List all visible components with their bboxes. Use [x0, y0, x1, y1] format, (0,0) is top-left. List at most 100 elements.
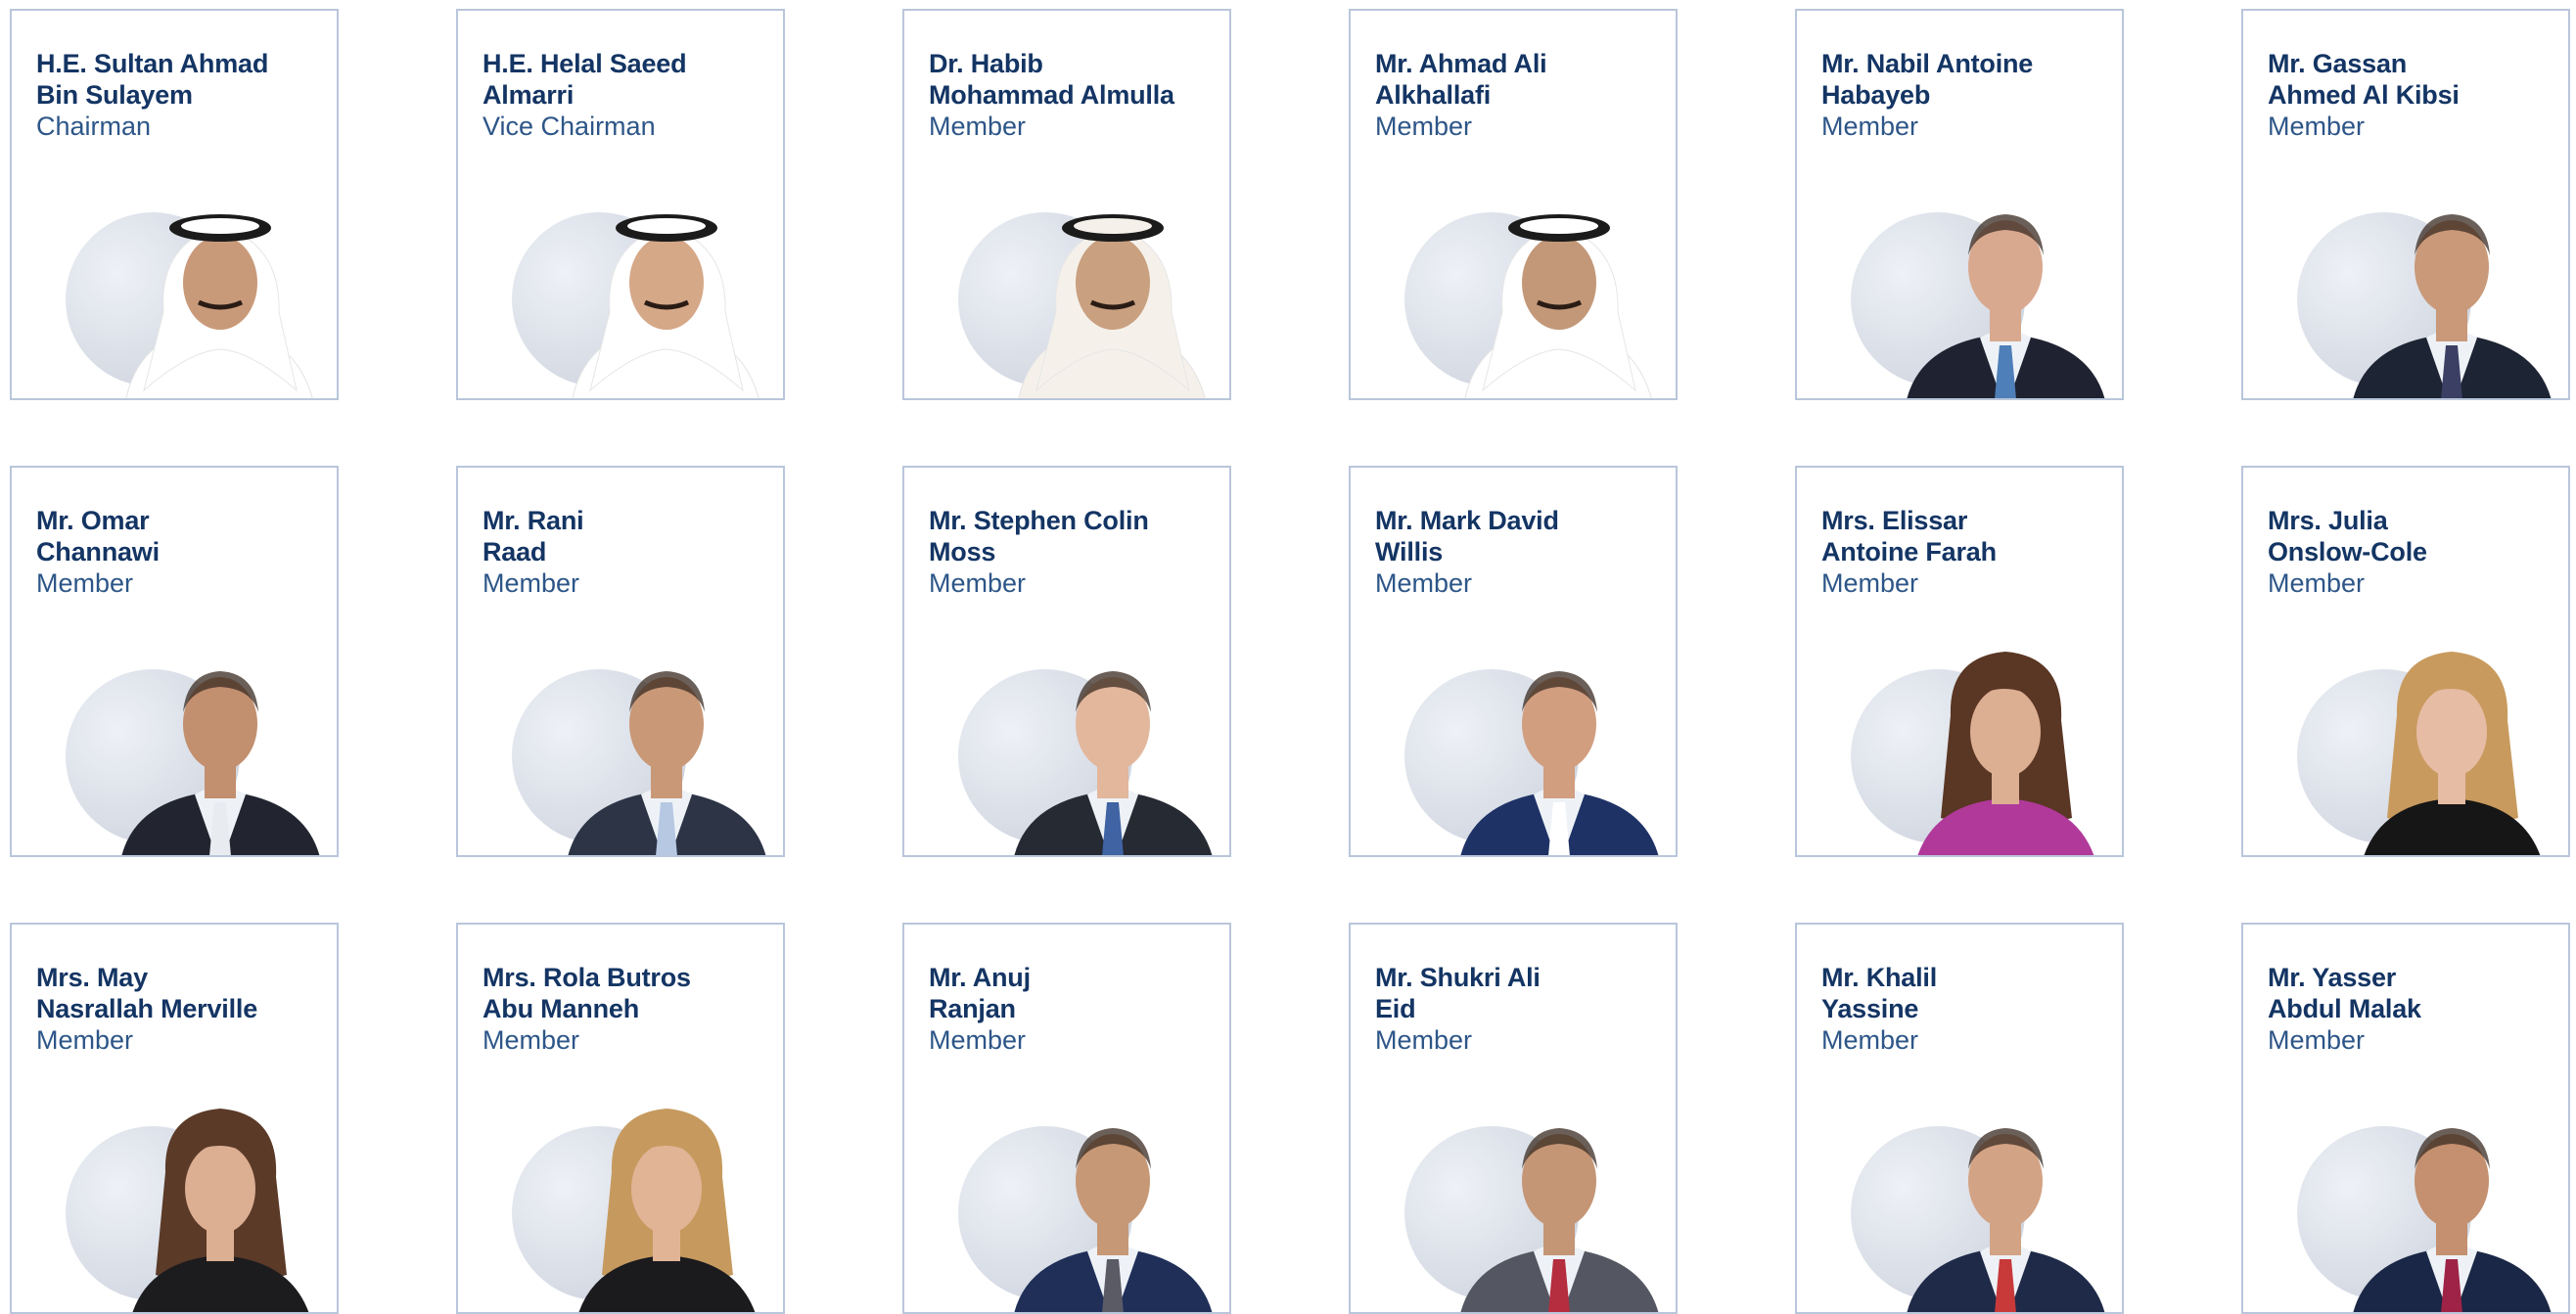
member-name-line-2: Onslow-Cole: [2268, 537, 2427, 566]
member-name-line-2: Mohammad Almulla: [929, 80, 1174, 110]
member-name-line-2: Antoine Farah: [1821, 537, 1997, 566]
member-name-line-1: Mr. Mark David: [1375, 506, 1559, 535]
member-name-line-2: Ahmed Al Kibsi: [2268, 80, 2460, 110]
member-role: Member: [929, 112, 1027, 141]
member-name-line-1: Mr. Khalil: [1821, 963, 1938, 992]
member-card[interactable]: Mr. Ahmad Ali Alkhallafi Member: [1349, 9, 1678, 400]
member-card[interactable]: Mr. Yasser Abdul Malak Member: [2241, 923, 2570, 1314]
member-role: Member: [1375, 568, 1473, 598]
member-info: Mr. Anuj Ranjan Member: [929, 962, 1212, 1056]
member-card[interactable]: Mr. Mark David Willis Member: [1349, 466, 1678, 857]
member-card[interactable]: Mr. Nabil Antoine Habayeb Member: [1795, 9, 2124, 400]
member-portrait: [105, 622, 330, 855]
member-info: Dr. Habib Mohammad Almulla Member: [929, 48, 1212, 142]
member-portrait: [2336, 622, 2561, 855]
member-portrait: [1444, 622, 1669, 855]
member-card[interactable]: Mrs. Elissar Antoine Farah Member: [1795, 466, 2124, 857]
member-card[interactable]: Mr. Gassan Ahmed Al Kibsi Member: [2241, 9, 2570, 400]
member-role: Member: [2268, 568, 2366, 598]
member-name-line-1: Mr. Gassan: [2268, 49, 2408, 78]
member-card[interactable]: Mr. Stephen Colin Moss Member: [902, 466, 1231, 857]
member-name-line-1: Mr. Shukri Ali: [1375, 963, 1541, 992]
member-name-line-2: Nasrallah Merville: [36, 994, 258, 1023]
member-name-line-1: Dr. Habib: [929, 49, 1043, 78]
member-name-line-2: Eid: [1375, 994, 1416, 1023]
member-name-line-1: Mr. Anuj: [929, 963, 1031, 992]
member-portrait: [2336, 1079, 2561, 1312]
member-portrait: [997, 1079, 1222, 1312]
member-card[interactable]: Mrs. Rola Butros Abu Manneh Member: [456, 923, 785, 1314]
member-portrait: [2336, 165, 2561, 398]
member-name-line-1: Mr. Omar: [36, 506, 150, 535]
member-card[interactable]: Mrs. May Nasrallah Merville Member: [10, 923, 339, 1314]
member-name-line-1: H.E. Sultan Ahmad: [36, 49, 269, 78]
member-card[interactable]: H.E. Helal Saeed Almarri Vice Chairman: [456, 9, 785, 400]
member-role: Member: [1375, 112, 1473, 141]
member-portrait: [1444, 1079, 1669, 1312]
member-card[interactable]: Dr. Habib Mohammad Almulla Member: [902, 9, 1231, 400]
member-info: Mrs. Rola Butros Abu Manneh Member: [483, 962, 765, 1056]
member-name-line-2: Abdul Malak: [2268, 994, 2421, 1023]
member-portrait: [551, 1079, 776, 1312]
member-name-line-2: Almarri: [483, 80, 575, 110]
member-portrait: [551, 622, 776, 855]
member-portrait: [105, 165, 330, 398]
member-name-line-1: H.E. Helal Saeed: [483, 49, 687, 78]
member-name-line-1: Mrs. Julia: [2268, 506, 2388, 535]
member-portrait: [997, 622, 1222, 855]
member-info: Mr. Omar Channawi Member: [36, 505, 319, 599]
board-members-grid: H.E. Sultan Ahmad Bin Sulayem Chairman H…: [10, 9, 2570, 1314]
member-role: Member: [2268, 112, 2366, 141]
member-card[interactable]: Mr. Khalil Yassine Member: [1795, 923, 2124, 1314]
member-name-line-1: Mr. Nabil Antoine: [1821, 49, 2034, 78]
member-role: Member: [929, 1025, 1027, 1055]
member-role: Member: [36, 1025, 134, 1055]
member-info: Mr. Rani Raad Member: [483, 505, 765, 599]
member-card[interactable]: Mrs. Julia Onslow-Cole Member: [2241, 466, 2570, 857]
member-card[interactable]: Mr. Omar Channawi Member: [10, 466, 339, 857]
member-role: Member: [1821, 1025, 1919, 1055]
member-portrait: [1890, 1079, 2115, 1312]
member-role: Member: [929, 568, 1027, 598]
member-info: Mrs. Julia Onslow-Cole Member: [2268, 505, 2551, 599]
member-info: Mr. Nabil Antoine Habayeb Member: [1821, 48, 2104, 142]
member-portrait: [551, 165, 776, 398]
member-card[interactable]: Mr. Anuj Ranjan Member: [902, 923, 1231, 1314]
member-role: Member: [483, 568, 580, 598]
member-name-line-2: Yassine: [1821, 994, 1919, 1023]
member-name-line-2: Willis: [1375, 537, 1444, 566]
member-info: Mr. Ahmad Ali Alkhallafi Member: [1375, 48, 1658, 142]
member-info: Mrs. May Nasrallah Merville Member: [36, 962, 319, 1056]
member-portrait: [1444, 165, 1669, 398]
member-role: Chairman: [36, 112, 152, 141]
member-info: Mr. Mark David Willis Member: [1375, 505, 1658, 599]
member-name-line-2: Bin Sulayem: [36, 80, 193, 110]
member-info: H.E. Helal Saeed Almarri Vice Chairman: [483, 48, 765, 142]
member-name-line-1: Mrs. Rola Butros: [483, 963, 691, 992]
member-role: Member: [1821, 568, 1919, 598]
member-name-line-2: Habayeb: [1821, 80, 1931, 110]
member-info: Mr. Yasser Abdul Malak Member: [2268, 962, 2551, 1056]
member-info: Mr. Gassan Ahmed Al Kibsi Member: [2268, 48, 2551, 142]
member-name-line-2: Channawi: [36, 537, 160, 566]
member-role: Member: [1375, 1025, 1473, 1055]
member-role: Member: [1821, 112, 1919, 141]
member-info: H.E. Sultan Ahmad Bin Sulayem Chairman: [36, 48, 319, 142]
member-portrait: [997, 165, 1222, 398]
member-name-line-2: Abu Manneh: [483, 994, 639, 1023]
member-info: Mr. Khalil Yassine Member: [1821, 962, 2104, 1056]
member-name-line-1: Mr. Ahmad Ali: [1375, 49, 1547, 78]
member-name-line-1: Mr. Rani: [483, 506, 584, 535]
member-portrait: [1890, 165, 2115, 398]
member-name-line-1: Mrs. Elissar: [1821, 506, 1968, 535]
member-role: Member: [2268, 1025, 2366, 1055]
member-info: Mr. Stephen Colin Moss Member: [929, 505, 1212, 599]
member-card[interactable]: Mr. Shukri Ali Eid Member: [1349, 923, 1678, 1314]
member-info: Mr. Shukri Ali Eid Member: [1375, 962, 1658, 1056]
member-portrait: [1890, 622, 2115, 855]
member-role: Member: [36, 568, 134, 598]
member-name-line-1: Mr. Stephen Colin: [929, 506, 1149, 535]
member-portrait: [105, 1079, 330, 1312]
member-card[interactable]: H.E. Sultan Ahmad Bin Sulayem Chairman: [10, 9, 339, 400]
member-card[interactable]: Mr. Rani Raad Member: [456, 466, 785, 857]
